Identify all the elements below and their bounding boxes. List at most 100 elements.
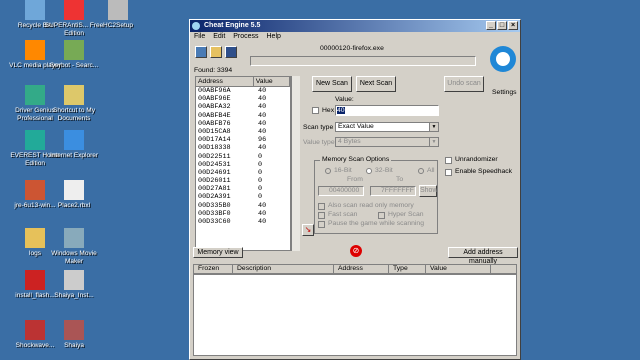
address-row[interactable]: 00D335B0 40	[196, 202, 290, 210]
address-cell: 00D335B0	[198, 201, 231, 210]
title-bar[interactable]: Cheat Engine 5.5 _ □ ×	[190, 20, 520, 32]
address-cell: 00D26011	[198, 177, 231, 186]
value-cell: 40	[258, 201, 267, 210]
column-description[interactable]: Description	[233, 265, 334, 273]
show-button[interactable]: Show	[419, 185, 438, 197]
column-value[interactable]: Value	[254, 77, 290, 86]
column-address[interactable]: Address	[334, 265, 389, 273]
menu-edit[interactable]: Edit	[213, 33, 225, 40]
roblox-file-icon	[64, 180, 84, 200]
radio-all[interactable]	[418, 168, 424, 174]
from-label: From	[347, 176, 363, 183]
address-row[interactable]: 00D2A391 0	[196, 193, 290, 201]
maximize-button[interactable]: □	[497, 21, 507, 30]
add-to-list-arrow-icon[interactable]: ↘	[302, 224, 314, 236]
internet-explorer-icon	[64, 130, 84, 150]
value-label: Value:	[335, 96, 354, 103]
address-row[interactable]: 00ABFB76 40	[196, 120, 290, 128]
speedhack-label: Enable Speedhack	[455, 168, 513, 175]
desktop-shortcut[interactable]: VLC media player	[5, 40, 65, 70]
address-row[interactable]: 00D22511 0	[196, 153, 290, 161]
hex-checkbox[interactable]	[312, 107, 319, 114]
value-cell: 40	[258, 218, 267, 226]
speedhack-checkbox[interactable]	[445, 169, 452, 176]
flash-installer-icon	[25, 270, 45, 290]
next-scan-button[interactable]: Next Scan	[356, 76, 396, 92]
value-input[interactable]: 40	[335, 105, 439, 116]
address-row[interactable]: 00D33C60 40	[196, 218, 290, 226]
to-input[interactable]: 7FFFFFFF	[370, 186, 416, 196]
close-button[interactable]: ×	[508, 21, 518, 30]
address-row[interactable]: 00ABF96A 40	[196, 87, 290, 95]
address-list[interactable]: Address Value 00ABF96A 40 00ABF96E 40 00ABFA…	[195, 76, 291, 251]
column-value[interactable]: Value	[426, 265, 491, 273]
desktop-shortcut[interactable]: Shortcut to My Documents	[44, 85, 104, 123]
clear-list-icon[interactable]: ⊘	[350, 245, 362, 257]
from-input[interactable]: 00400000	[318, 186, 364, 196]
desktop-shortcut[interactable]: Internet Explorer	[44, 130, 104, 160]
address-list-scrollbar[interactable]	[291, 76, 300, 251]
menu-help[interactable]: Help	[267, 33, 281, 40]
menu-process[interactable]: Process	[233, 33, 258, 40]
column-address[interactable]: Address	[196, 77, 254, 86]
open-file-icon[interactable]	[210, 46, 222, 58]
spybot-icon	[64, 40, 84, 60]
address-list-header: Address Value	[196, 77, 290, 87]
radio-32-bit[interactable]	[366, 168, 372, 174]
add-address-manually-button[interactable]: Add address manually	[448, 247, 518, 265]
desktop-shortcut[interactable]: Shaiya	[44, 320, 104, 350]
cheat-table[interactable]	[193, 274, 517, 356]
my-documents-icon	[64, 85, 84, 105]
desktop-shortcut[interactable]: Shaiya_Inst...	[44, 270, 104, 300]
column-type[interactable]: Type	[389, 265, 426, 273]
value-cell: 0	[258, 193, 263, 202]
pause-checkbox[interactable]	[318, 221, 325, 228]
address-row[interactable]: 00ABF96E 40	[196, 95, 290, 103]
scan-type-value: Exact Value	[338, 123, 374, 130]
value-cell: 40	[258, 95, 267, 104]
fast-scan-checkbox[interactable]	[318, 212, 325, 219]
address-row[interactable]: 00D24691 0	[196, 169, 290, 177]
label-32-bit: 32-Bit	[375, 167, 393, 174]
setup-icon	[108, 0, 128, 20]
address-row[interactable]: 00ABFB4E 40	[196, 112, 290, 120]
address-row[interactable]: 00D17A14 96	[196, 136, 290, 144]
folder-icon	[25, 228, 45, 248]
address-row[interactable]: 00ABFA32 40	[196, 103, 290, 111]
minimize-button[interactable]: _	[486, 21, 496, 30]
value-type-select[interactable]: 4 Bytes ▼	[335, 137, 439, 147]
address-row[interactable]: 00D15CA8 40	[196, 128, 290, 136]
value-cell: 40	[258, 209, 267, 218]
driver-genius-icon	[25, 85, 45, 105]
save-icon[interactable]	[225, 46, 237, 58]
value-type-value: 4 Bytes	[338, 138, 361, 145]
cheat-engine-logo-icon[interactable]	[490, 46, 516, 72]
desktop-shortcut[interactable]: Windows Movie Maker	[44, 228, 104, 266]
hyper-scan-checkbox[interactable]	[378, 212, 385, 219]
value-cell: 40	[258, 119, 267, 128]
desktop-shortcut-label: Shaiya_Inst...	[54, 292, 94, 299]
address-row[interactable]: 00D27A81 0	[196, 185, 290, 193]
undo-scan-button[interactable]: Undo scan	[444, 76, 484, 92]
desktop-shortcut[interactable]: Place2.rbxl	[44, 180, 104, 210]
memory-view-button[interactable]: Memory view	[193, 247, 243, 258]
read-only-checkbox[interactable]	[318, 203, 325, 210]
address-cell: 00D33C60	[198, 218, 231, 226]
unrandomizer-label: Unrandomizer	[455, 156, 498, 163]
column-frozen[interactable]: Frozen	[194, 265, 233, 273]
unrandomizer-checkbox[interactable]	[445, 157, 452, 164]
address-row[interactable]: 00D24531 0	[196, 161, 290, 169]
settings-label[interactable]: Settings	[492, 89, 517, 96]
address-row[interactable]: 00D26011 0	[196, 177, 290, 185]
new-scan-button[interactable]: New Scan	[312, 76, 352, 92]
value-cell: 40	[258, 127, 267, 136]
address-row[interactable]: 00D18338 40	[196, 144, 290, 152]
address-row[interactable]: 00D33BF0 40	[196, 210, 290, 218]
radio-16-bit[interactable]	[325, 168, 331, 174]
open-process-icon[interactable]	[195, 46, 207, 58]
menu-file[interactable]: File	[194, 33, 205, 40]
desktop-shortcut[interactable]: HC2Setup	[88, 0, 148, 30]
address-cell: 00D24691	[198, 168, 231, 177]
menu-bar: File Edit Process Help	[190, 32, 520, 42]
scan-type-select[interactable]: Exact Value ▼	[335, 122, 439, 132]
